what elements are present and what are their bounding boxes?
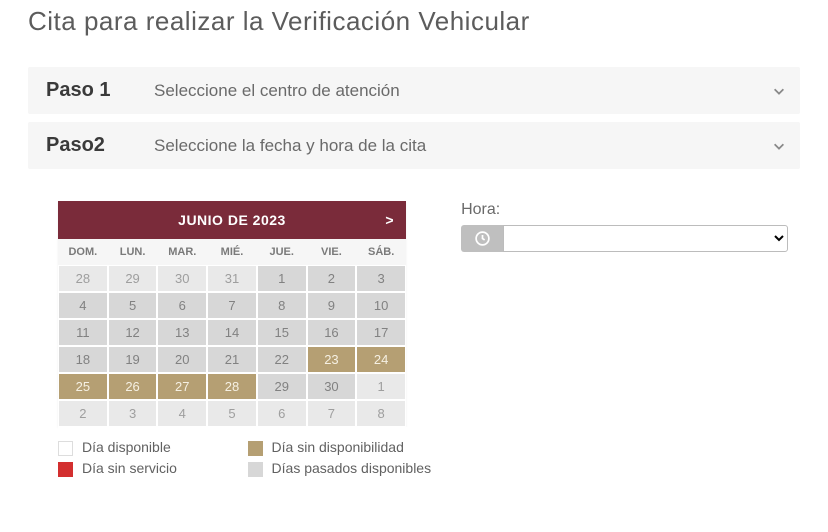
calendar-day[interactable]: 5 <box>108 292 158 319</box>
calendar-day[interactable]: 20 <box>157 346 207 373</box>
page-title: Cita para realizar la Verificación Vehic… <box>0 0 828 59</box>
legend-swatch-past <box>248 462 263 477</box>
hora-label: Hora: <box>461 201 788 219</box>
calendar-dow: LUN. <box>108 239 158 265</box>
calendar-day[interactable]: 23 <box>307 346 357 373</box>
step-1-desc: Seleccione el centro de atención <box>154 81 400 101</box>
calendar-dow: JUE. <box>257 239 307 265</box>
calendar-day[interactable]: 30 <box>157 265 207 292</box>
calendar-legend: Día disponible Día sin disponibilidad Dí… <box>58 427 431 489</box>
step-1-label: Paso 1 <box>46 79 154 102</box>
calendar-day[interactable]: 6 <box>257 400 307 427</box>
calendar-day[interactable]: 8 <box>356 400 406 427</box>
calendar-day[interactable]: 13 <box>157 319 207 346</box>
calendar-dow: MAR. <box>157 239 207 265</box>
legend-nodisp: Día sin disponibilidad <box>272 439 432 455</box>
calendar-day[interactable]: 27 <box>157 373 207 400</box>
calendar-day[interactable]: 5 <box>207 400 257 427</box>
calendar-dow: MIÉ. <box>207 239 257 265</box>
clock-button[interactable] <box>461 225 503 252</box>
calendar-day[interactable]: 1 <box>356 373 406 400</box>
legend-swatch-noserv <box>58 462 73 477</box>
calendar-day[interactable]: 25 <box>58 373 108 400</box>
calendar-day[interactable]: 7 <box>207 292 257 319</box>
calendar-day[interactable]: 4 <box>157 400 207 427</box>
step-2-panel[interactable]: Paso2 Seleccione la fecha y hora de la c… <box>28 122 800 169</box>
calendar-day[interactable]: 12 <box>108 319 158 346</box>
calendar-day[interactable]: 8 <box>257 292 307 319</box>
calendar-day[interactable]: 29 <box>257 373 307 400</box>
calendar-next-button[interactable]: > <box>385 212 394 228</box>
calendar-day[interactable]: 7 <box>307 400 357 427</box>
calendar-day[interactable]: 16 <box>307 319 357 346</box>
calendar-day[interactable]: 30 <box>307 373 357 400</box>
chevron-down-icon <box>772 139 786 153</box>
calendar-day[interactable]: 31 <box>207 265 257 292</box>
calendar-day[interactable]: 4 <box>58 292 108 319</box>
calendar-dow: VIE. <box>307 239 357 265</box>
calendar-day[interactable]: 9 <box>307 292 357 319</box>
calendar-day[interactable]: 28 <box>207 373 257 400</box>
legend-noserv: Día sin servicio <box>82 460 242 476</box>
calendar-day[interactable]: 28 <box>58 265 108 292</box>
legend-past: Días pasados disponibles <box>272 460 432 476</box>
chevron-down-icon <box>772 84 786 98</box>
calendar-day[interactable]: 17 <box>356 319 406 346</box>
calendar-day[interactable]: 24 <box>356 346 406 373</box>
calendar-dow: SÁB. <box>356 239 406 265</box>
legend-available: Día disponible <box>82 439 242 455</box>
hora-select[interactable] <box>503 225 788 252</box>
calendar-day[interactable]: 3 <box>108 400 158 427</box>
calendar-day[interactable]: 22 <box>257 346 307 373</box>
clock-icon <box>474 230 491 247</box>
calendar-day[interactable]: 14 <box>207 319 257 346</box>
calendar-day[interactable]: 2 <box>58 400 108 427</box>
legend-swatch-nodisp <box>248 441 263 456</box>
calendar-day[interactable]: 21 <box>207 346 257 373</box>
calendar-day[interactable]: 1 <box>257 265 307 292</box>
calendar-day[interactable]: 2 <box>307 265 357 292</box>
calendar-day[interactable]: 19 <box>108 346 158 373</box>
calendar-day[interactable]: 29 <box>108 265 158 292</box>
calendar-month-title: JUNIO DE 2023 <box>178 212 286 228</box>
legend-swatch-available <box>58 441 73 456</box>
calendar: JUNIO DE 2023 > DOM.LUN.MAR.MIÉ.JUE.VIE.… <box>58 201 406 427</box>
calendar-day[interactable]: 18 <box>58 346 108 373</box>
calendar-day[interactable]: 6 <box>157 292 207 319</box>
calendar-day[interactable]: 3 <box>356 265 406 292</box>
calendar-header: JUNIO DE 2023 > <box>58 201 406 239</box>
calendar-day[interactable]: 11 <box>58 319 108 346</box>
calendar-day[interactable]: 15 <box>257 319 307 346</box>
step-1-panel[interactable]: Paso 1 Seleccione el centro de atención <box>28 67 800 114</box>
calendar-day[interactable]: 10 <box>356 292 406 319</box>
step-2-desc: Seleccione la fecha y hora de la cita <box>154 136 426 156</box>
calendar-day[interactable]: 26 <box>108 373 158 400</box>
step-2-label: Paso2 <box>46 134 154 157</box>
calendar-dow: DOM. <box>58 239 108 265</box>
